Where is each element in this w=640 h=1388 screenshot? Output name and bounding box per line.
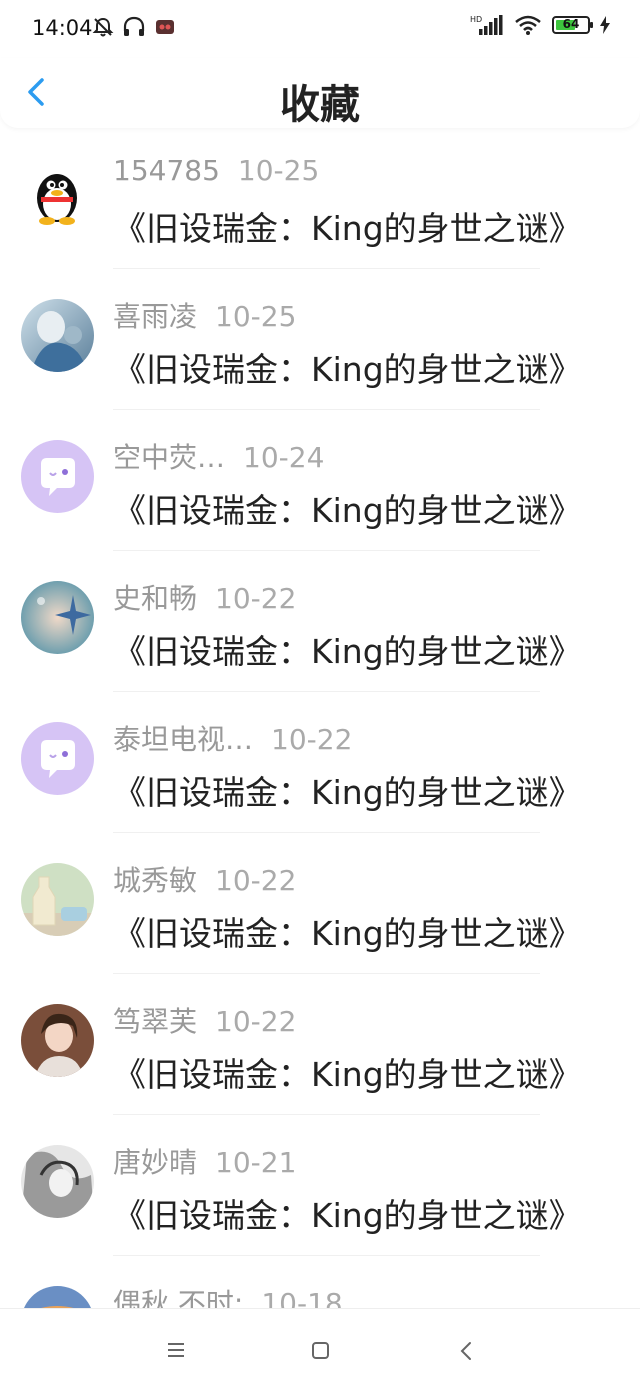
avatar[interactable] bbox=[21, 440, 94, 513]
item-content: 《旧设瑞金：King的身世之谜》 bbox=[113, 773, 582, 812]
menu-icon bbox=[168, 1343, 184, 1357]
status-time: 14:04 bbox=[32, 16, 93, 40]
status-icons-right: HD 64 bbox=[470, 14, 610, 36]
favorite-item[interactable]: 笃翠芙 10-22 《旧设瑞金：King的身世之谜》 bbox=[0, 974, 640, 1115]
item-meta: 唐妙晴 10-21 bbox=[113, 1141, 296, 1181]
headphones-icon bbox=[123, 16, 145, 36]
avatar[interactable] bbox=[21, 1286, 94, 1308]
avatar[interactable] bbox=[21, 1004, 94, 1077]
item-content: 《旧设瑞金：King的身世之谜》 bbox=[113, 632, 582, 671]
sender-name: 唐妙晴 bbox=[113, 1146, 198, 1179]
item-date: 10-18 bbox=[261, 1287, 343, 1308]
sender-name: 154785 bbox=[113, 154, 220, 187]
sender-name: 泰坦电视… bbox=[113, 723, 254, 756]
item-meta: 空中荧… 10-24 bbox=[113, 436, 324, 476]
sender-name: 城秀敏 bbox=[113, 864, 198, 897]
back-chevron-icon bbox=[460, 1342, 471, 1360]
favorite-item[interactable]: 唐妙晴 10-21 《旧设瑞金：King的身世之谜》 bbox=[0, 1115, 640, 1256]
item-date: 10-25 bbox=[237, 154, 320, 187]
avatar[interactable] bbox=[21, 581, 94, 654]
status-icons-left bbox=[92, 16, 176, 38]
item-date: 10-22 bbox=[215, 582, 297, 615]
app-header: 收藏 bbox=[0, 58, 640, 128]
nav-back-button[interactable] bbox=[446, 1331, 486, 1371]
item-meta: 史和畅 10-22 bbox=[113, 577, 296, 617]
item-content: 《旧设瑞金：King的身世之谜》 bbox=[113, 491, 582, 530]
status-bar: 14:04 HD 64 bbox=[0, 0, 640, 58]
hd-signal-icon: HD bbox=[470, 15, 503, 35]
item-date: 10-22 bbox=[215, 1005, 297, 1038]
sender-name: 偶秋,不时; bbox=[113, 1287, 244, 1308]
item-date: 10-22 bbox=[271, 723, 353, 756]
item-content: 《旧设瑞金：King的身世之谜》 bbox=[113, 209, 582, 248]
item-date: 10-25 bbox=[215, 300, 297, 333]
app-notification-icon bbox=[156, 20, 174, 34]
favorite-item[interactable]: 史和畅 10-22 《旧设瑞金：King的身世之谜》 bbox=[0, 551, 640, 692]
item-date: 10-24 bbox=[243, 441, 325, 474]
avatar[interactable] bbox=[21, 722, 94, 795]
favorite-item[interactable]: 城秀敏 10-22 《旧设瑞金：King的身世之谜》 bbox=[0, 833, 640, 974]
page-title: 收藏 bbox=[280, 82, 360, 128]
wifi-icon bbox=[515, 15, 541, 35]
favorite-item[interactable]: 喜雨凌 10-25 《旧设瑞金：King的身世之谜》 bbox=[0, 269, 640, 410]
favorite-item[interactable]: 泰坦电视… 10-22 《旧设瑞金：King的身世之谜》 bbox=[0, 692, 640, 833]
item-date: 10-21 bbox=[215, 1146, 297, 1179]
item-meta: 城秀敏 10-22 bbox=[113, 859, 296, 899]
sender-name: 喜雨凌 bbox=[113, 300, 198, 333]
item-meta: 笃翠芙 10-22 bbox=[113, 1000, 296, 1040]
favorite-item[interactable]: 154785 10-25 《旧设瑞金：King的身世之谜》 bbox=[0, 128, 640, 269]
item-meta: 154785 10-25 bbox=[113, 154, 319, 187]
avatar[interactable] bbox=[21, 299, 94, 372]
favorite-item[interactable]: 偶秋,不时; 10-18 bbox=[0, 1256, 640, 1308]
item-content: 《旧设瑞金：King的身世之谜》 bbox=[113, 914, 582, 953]
item-date: 10-22 bbox=[215, 864, 297, 897]
favorites-list[interactable]: 154785 10-25 《旧设瑞金：King的身世之谜》 喜雨凌 10-25 《旧设瑞金… bbox=[0, 128, 640, 1308]
charging-icon bbox=[600, 16, 610, 34]
navigation-bar bbox=[0, 1308, 640, 1388]
battery-icon: 64 bbox=[552, 16, 593, 34]
item-meta: 喜雨凌 10-25 bbox=[113, 295, 296, 335]
sender-name: 笃翠芙 bbox=[113, 1005, 198, 1038]
item-content: 《旧设瑞金：King的身世之谜》 bbox=[113, 350, 582, 389]
item-content: 《旧设瑞金：King的身世之谜》 bbox=[113, 1055, 582, 1094]
home-button[interactable] bbox=[300, 1331, 340, 1371]
sender-name: 空中荧… bbox=[113, 441, 226, 474]
avatar[interactable] bbox=[21, 158, 94, 231]
item-meta: 泰坦电视… 10-22 bbox=[113, 718, 352, 758]
avatar[interactable] bbox=[21, 1145, 94, 1218]
menu-button[interactable] bbox=[156, 1331, 196, 1371]
avatar[interactable] bbox=[21, 863, 94, 936]
svg-text:HD: HD bbox=[470, 15, 482, 24]
battery-level: 64 bbox=[562, 17, 580, 31]
mute-bell-icon bbox=[92, 17, 114, 37]
item-content: 《旧设瑞金：King的身世之谜》 bbox=[113, 1196, 582, 1235]
sender-name: 史和畅 bbox=[113, 582, 198, 615]
favorite-item[interactable]: 空中荧… 10-24 《旧设瑞金：King的身世之谜》 bbox=[0, 410, 640, 551]
home-square-icon bbox=[312, 1342, 329, 1359]
item-meta: 偶秋,不时; 10-18 bbox=[113, 1282, 343, 1308]
